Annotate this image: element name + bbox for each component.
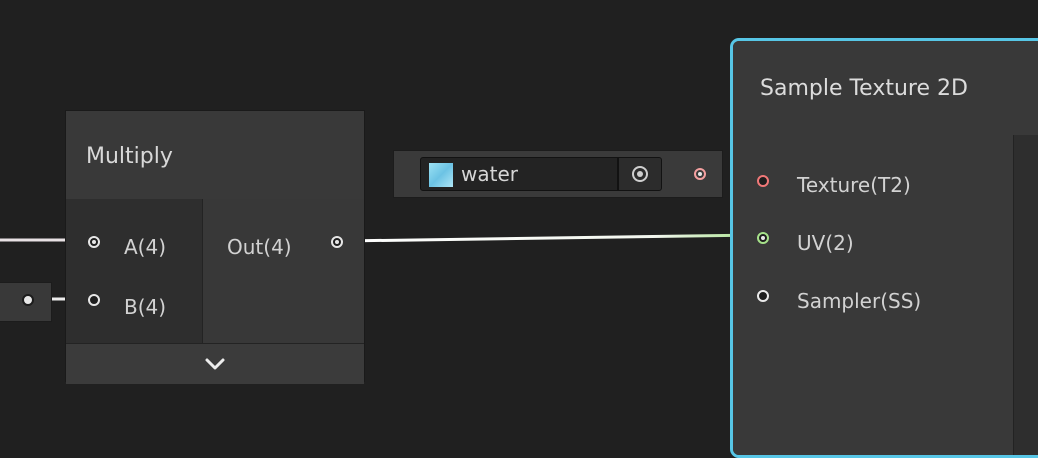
input-label-texture: Texture(T2): [797, 173, 911, 197]
output-port-out[interactable]: [331, 236, 343, 248]
object-picker-button[interactable]: [618, 157, 662, 191]
input-label-b: B(4): [124, 295, 167, 319]
texture-object-field[interactable]: water: [420, 157, 618, 191]
chevron-down-icon: [205, 358, 225, 370]
multiply-inputs: A(4) B(4): [66, 199, 203, 343]
multiply-node[interactable]: Multiply A(4) B(4) Out(4): [65, 110, 365, 384]
texture-thumbnail-icon: [429, 163, 453, 187]
texture-property-node[interactable]: water: [393, 150, 723, 198]
input-port-a[interactable]: [88, 236, 100, 248]
input-label-uv: UV(2): [797, 231, 854, 255]
multiply-node-title[interactable]: Multiply: [66, 111, 364, 200]
sample-node-outputs: [1013, 135, 1038, 455]
sample-node-inputs: Texture(T2) UV(2) Sampler(SS): [733, 135, 1013, 455]
wire-out-to-uv: [341, 233, 761, 243]
input-port-uv[interactable]: [757, 232, 769, 244]
input-port-b[interactable]: [88, 294, 100, 306]
object-picker-icon: [632, 166, 648, 182]
output-label-out: Out(4): [227, 235, 292, 259]
input-label-a: A(4): [124, 235, 167, 259]
input-port-sampler[interactable]: [757, 290, 769, 302]
input-port-texture[interactable]: [757, 175, 769, 187]
property-output-port[interactable]: [694, 168, 706, 180]
sample-texture-2d-node[interactable]: Sample Texture 2D Texture(T2) UV(2) Samp…: [730, 38, 1038, 458]
upstream-output-port[interactable]: [22, 294, 34, 306]
node-expand-toggle[interactable]: [66, 343, 364, 384]
sample-node-title[interactable]: Sample Texture 2D: [733, 41, 1038, 136]
texture-name: water: [461, 162, 518, 186]
upstream-node-stub[interactable]: [0, 282, 52, 322]
multiply-outputs: Out(4): [203, 199, 364, 343]
input-label-sampler: Sampler(SS): [797, 289, 922, 313]
